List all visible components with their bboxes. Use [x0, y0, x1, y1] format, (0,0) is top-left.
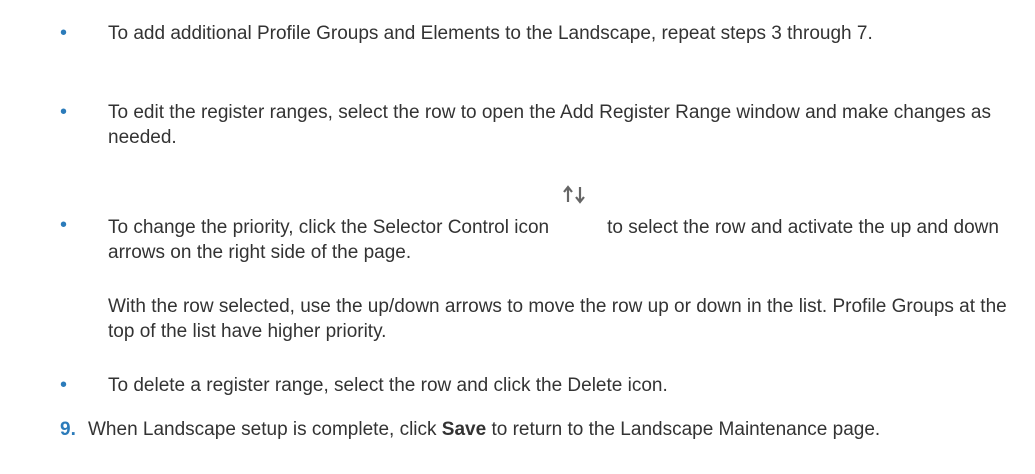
- bullet-item-delete-range: To delete a register range, select the r…: [108, 375, 668, 396]
- save-label: Save: [441, 419, 487, 440]
- document-page: { "bullets": { "item1": "To add addition…: [0, 0, 1035, 474]
- bullet-item-change-priority: To change the priority, click the Select…: [108, 185, 1028, 265]
- bullet-item-edit-ranges: To edit the register ranges, select the …: [108, 102, 991, 148]
- priority-sub-paragraph: With the row selected, use the up/down a…: [108, 296, 1007, 342]
- step-9-text-before: When Landscape setup is complete, click: [88, 419, 442, 440]
- step-9-text: When Landscape setup is complete, click …: [88, 417, 1028, 442]
- step-number: 9.: [60, 419, 76, 440]
- bullet-marker: •: [60, 374, 68, 396]
- priority-text-before: To change the priority, click the Select…: [108, 217, 550, 238]
- bullet-marker: •: [60, 214, 68, 236]
- step-9-text-after: to return to the Landscape Maintenance p…: [486, 419, 881, 440]
- bullet-item-add-groups: To add additional Profile Groups and Ele…: [108, 23, 873, 44]
- bullet-marker: •: [60, 22, 68, 44]
- up-down-arrows-icon: [561, 185, 589, 233]
- bullet-marker: •: [60, 101, 68, 123]
